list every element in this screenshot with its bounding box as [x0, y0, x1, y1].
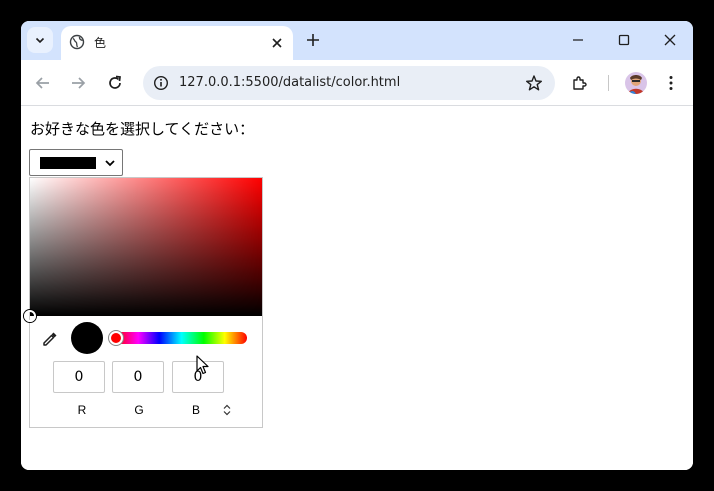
blue-label: B — [191, 403, 200, 417]
selected-color-swatch — [40, 157, 96, 169]
plus-icon[interactable] — [304, 31, 322, 49]
url-text: 127.0.0.1:5500/datalist/color.html — [179, 75, 401, 90]
tab-title: 色 — [94, 36, 107, 50]
close-icon[interactable] — [269, 35, 285, 51]
red-label: R — [77, 403, 87, 417]
saturation-value-area[interactable] — [30, 178, 262, 316]
puzzle-icon[interactable] — [571, 74, 589, 92]
kebab-menu-icon[interactable] — [662, 74, 680, 92]
tab-search-button[interactable] — [27, 27, 53, 53]
reload-icon[interactable] — [106, 74, 124, 92]
maximize-icon[interactable] — [616, 32, 632, 48]
saturation-value-handle[interactable] — [24, 310, 36, 322]
chevron-down-icon — [35, 37, 45, 44]
red-value-input[interactable]: 0 — [53, 361, 105, 393]
window-close-icon[interactable] — [662, 32, 678, 48]
toolbar: 127.0.0.1:5500/datalist/color.html — [21, 60, 693, 106]
color-select[interactable] — [29, 149, 123, 176]
arrow-right-icon[interactable] — [69, 74, 87, 92]
minimize-icon[interactable] — [570, 32, 586, 48]
toolbar-divider — [608, 75, 609, 91]
tab-active[interactable]: 色 — [61, 26, 293, 60]
eyedropper-icon[interactable] — [41, 330, 59, 348]
arrow-left-icon[interactable] — [34, 74, 52, 92]
tab-strip: 色 — [21, 21, 693, 60]
star-icon[interactable] — [525, 74, 543, 92]
profile-avatar-icon — [625, 72, 647, 94]
avatar[interactable] — [625, 72, 647, 94]
site-info-button[interactable] — [149, 71, 173, 95]
hue-slider[interactable] — [116, 332, 247, 344]
green-label: G — [134, 403, 144, 417]
globe-icon — [69, 34, 85, 50]
color-preview — [71, 322, 103, 354]
up-down-arrows-icon[interactable] — [222, 404, 232, 416]
info-icon — [153, 75, 169, 91]
color-prompt-label: お好きな色を選択してください： — [30, 120, 255, 138]
hue-slider-thumb[interactable] — [109, 331, 123, 345]
chevron-down-icon — [105, 160, 115, 167]
address-bar[interactable]: 127.0.0.1:5500/datalist/color.html — [143, 66, 555, 100]
color-picker-popup: 0 0 0 R G B — [24, 177, 263, 428]
mouse-cursor-icon — [196, 355, 209, 375]
page-content: お好きな色を選択してください： 0 0 0 R G B — [21, 107, 693, 470]
browser-window: 色 127.0.0.1:5500/datalist/color.html お好き… — [21, 21, 693, 470]
green-value-input[interactable]: 0 — [112, 361, 164, 393]
